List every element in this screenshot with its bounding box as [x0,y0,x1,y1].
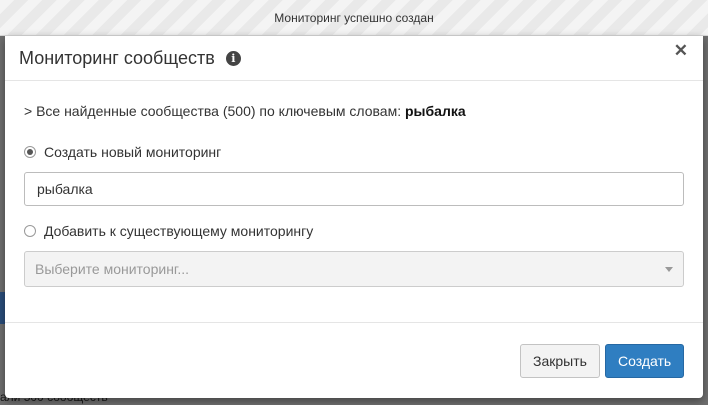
found-keyword: рыбалка [405,103,466,119]
chevron-down-icon [665,267,673,272]
close-button[interactable]: Закрыть [520,344,600,378]
close-icon[interactable]: ✕ [674,41,688,61]
select-placeholder: Выберите мониторинг... [35,261,189,277]
create-button[interactable]: Создать [605,344,684,378]
option-new-monitoring[interactable]: Создать новый мониторинг [24,144,684,160]
modal-header: Мониторинг сообществ i ✕ [5,36,703,81]
option-existing-monitoring[interactable]: Добавить к существующему мониторингу [24,223,684,239]
monitoring-modal: Мониторинг сообществ i ✕ > Все найденные… [5,36,703,398]
success-notification: Мониторинг успешно создан [0,0,708,36]
modal-footer: Закрыть Создать [5,322,703,398]
radio-selected-dot [27,149,33,155]
modal-body: > Все найденные сообщества (500) по ключ… [5,103,703,287]
found-prefix: > Все найденные сообщества (500) по ключ… [24,103,405,119]
info-icon[interactable]: i [225,50,241,66]
monitoring-name-input[interactable] [24,172,684,206]
option-new-label: Создать новый мониторинг [44,144,222,160]
option-existing-label: Добавить к существующему мониторингу [44,223,314,239]
radio-existing-monitoring[interactable] [24,225,36,237]
notification-text: Мониторинг успешно создан [274,11,434,25]
radio-new-monitoring[interactable] [24,146,36,158]
existing-monitoring-select[interactable]: Выберите мониторинг... [24,251,684,287]
modal-title: Мониторинг сообществ [19,47,215,68]
found-communities-text: > Все найденные сообщества (500) по ключ… [24,103,684,119]
